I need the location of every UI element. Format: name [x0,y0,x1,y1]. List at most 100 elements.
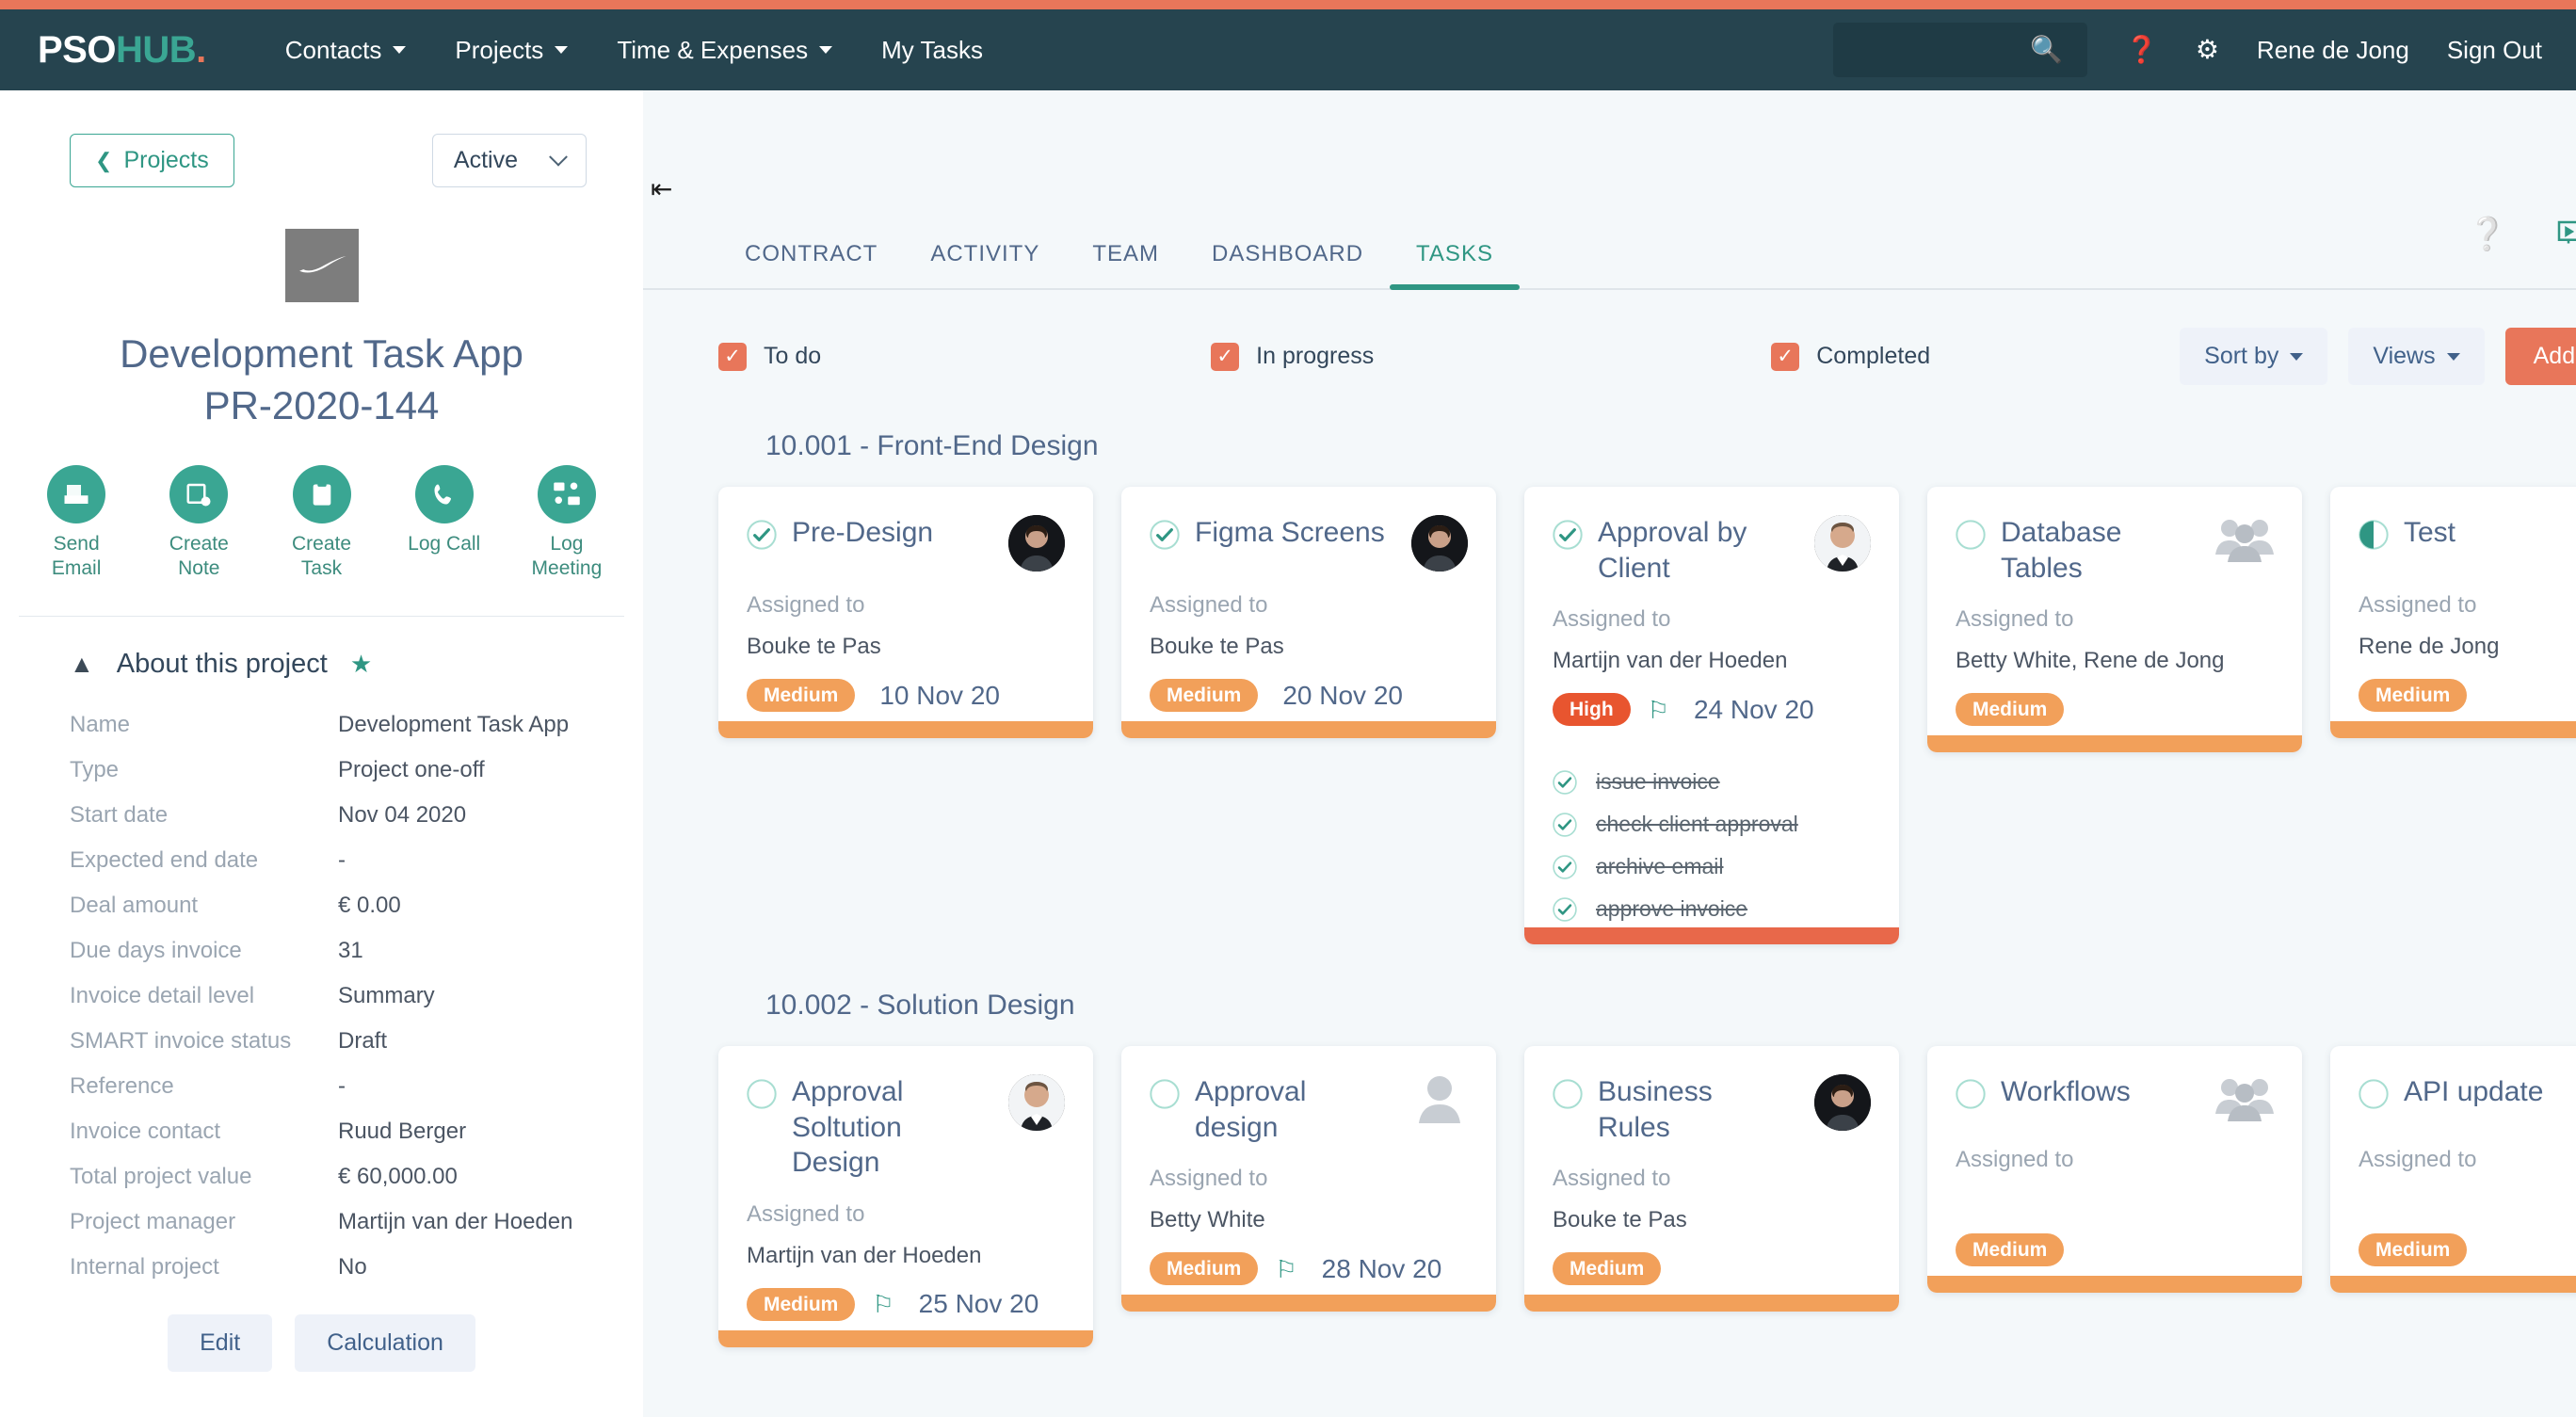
checklist-item[interactable]: issue invoice [1553,769,1871,795]
filter-in-progress[interactable]: ✓ In progress [1211,343,1374,371]
video-play-icon[interactable] [2554,217,2576,251]
checkbox-checked-icon[interactable]: ✓ [1211,343,1239,371]
checkbox-checked-icon[interactable]: ✓ [718,343,747,371]
task-card[interactable]: Business Rules Assigned to Bouke te Pas … [1524,1046,1899,1312]
checklist-item[interactable]: archive email [1553,854,1871,879]
sign-out-link[interactable]: Sign Out [2447,36,2542,65]
nike-swoosh-logo [285,229,359,302]
task-filter-bar: ✓ To do ✓ In progress ✓ Completed Sort b… [643,290,2576,385]
page-title: Development Task App PR-2020-144 [0,329,643,431]
task-card-header: Approval by Client [1553,515,1871,586]
tab-team[interactable]: TEAM [1066,241,1185,288]
nav-item-contacts[interactable]: Contacts [261,36,431,65]
sort-by-button[interactable]: Sort by [2180,328,2327,385]
detail-key: Invoice contact [70,1119,338,1145]
log-meeting-button[interactable]: Log Meeting [528,465,605,582]
card-status-bar [1524,927,1899,944]
status-open-icon[interactable] [1553,1079,1583,1114]
task-card-row: Pre-Design Assigned to Bouke te Pas Medi… [718,487,2576,944]
log-call-button[interactable]: Log Call [406,465,483,582]
task-card[interactable]: Pre-Design Assigned to Bouke te Pas Medi… [718,487,1093,738]
tab-tasks[interactable]: TASKS [1390,241,1520,288]
detail-key: Deal amount [70,893,338,919]
task-card-header: Business Rules [1553,1074,1871,1145]
task-card[interactable]: Approval Soltution Design Assigned to Ma… [718,1046,1093,1347]
nav-item-projects[interactable]: Projects [430,36,592,65]
chevron-up-icon[interactable]: ▲ [70,652,94,676]
log-call-label: Log Call [406,532,483,556]
assigned-value: Bouke te Pas [1553,1207,1871,1235]
project-name: Development Task App [38,329,605,380]
add-task-button[interactable]: Add Task [2505,328,2576,385]
filter-todo[interactable]: ✓ To do [718,343,821,371]
help-icon[interactable]: ❓ [2125,37,2158,63]
status-open-icon[interactable] [1956,1079,1986,1114]
assigned-label: Assigned to [1150,1166,1468,1192]
assigned-label: Assigned to [2359,1147,2576,1173]
status-open-icon[interactable] [747,1079,777,1114]
gear-icon[interactable]: ⚙ [2196,37,2219,63]
task-card[interactable]: API update Assigned to Medium [2330,1046,2576,1293]
star-icon[interactable]: ★ [350,650,372,679]
project-status-select[interactable]: Active [432,134,587,187]
checklist-item[interactable]: check client approval [1553,812,1871,837]
views-label: Views [2373,343,2435,370]
task-card[interactable]: Test Assigned to Rene de Jong Medium [2330,487,2576,738]
status-in-progress-icon[interactable] [2359,520,2389,555]
project-code: PR-2020-144 [38,380,605,432]
detail-value: - [338,847,346,874]
due-date: 28 Nov 20 [1322,1254,1442,1284]
assigned-label: Assigned to [747,592,1065,619]
nav-item-time-expenses[interactable]: Time & Expenses [592,36,857,65]
detail-key: Type [70,757,338,783]
status-done-icon[interactable] [1553,520,1583,555]
task-card[interactable]: Figma Screens Assigned to Bouke te Pas M… [1121,487,1496,738]
task-card[interactable]: Workflows Assigned to Medium [1927,1046,2302,1293]
checklist-item[interactable]: approve invoice [1553,896,1871,922]
chevron-down-icon [393,46,406,54]
tab-dashboard[interactable]: DASHBOARD [1185,241,1390,288]
clipboard-icon [293,465,351,523]
priority-badge: Medium [1150,679,1258,712]
status-open-icon[interactable] [2359,1079,2389,1114]
assigned-label: Assigned to [1553,606,1871,633]
detail-key: Due days invoice [70,938,338,964]
send-email-button[interactable]: Send Email [38,465,115,582]
help-circle-icon[interactable]: ❔ [2468,218,2507,250]
task-card[interactable]: Approval design Assigned to Betty White … [1121,1046,1496,1312]
calculation-button[interactable]: Calculation [295,1314,475,1372]
search-input[interactable]: 🔍 [1833,23,2087,77]
checkbox-checked-icon [1553,813,1577,837]
task-group: 10.001 - Front-End Design Pre-Design Ass… [643,430,2576,944]
create-note-button[interactable]: Create Note [160,465,237,582]
tab-activity[interactable]: ACTIVITY [904,241,1066,288]
nav-item-my-tasks[interactable]: My Tasks [857,36,1007,65]
edit-button[interactable]: Edit [168,1314,272,1372]
top-navbar: PSOHUB. Contacts Projects Time & Expense… [0,9,2576,90]
detail-key: Total project value [70,1164,338,1190]
about-section-header[interactable]: ▲ About this project ★ [0,617,643,680]
chevron-down-icon [2447,353,2460,361]
collapse-left-panel-icon[interactable]: ⇤ [651,173,672,204]
views-button[interactable]: Views [2348,328,2484,385]
detail-row: NameDevelopment Task App [70,712,573,738]
tab-contract[interactable]: CONTRACT [718,241,904,288]
status-open-icon[interactable] [1150,1079,1180,1114]
checkbox-checked-icon [1553,770,1577,795]
status-done-icon[interactable] [747,520,777,555]
psohub-logo[interactable]: PSOHUB. [38,29,206,72]
project-sidebar: ❮ Projects Active Development Task App P… [0,90,643,1417]
assigned-label: Assigned to [1956,606,2274,633]
status-open-icon[interactable] [1956,520,1986,555]
status-done-icon[interactable] [1150,520,1180,555]
checkbox-checked-icon[interactable]: ✓ [1771,343,1799,371]
create-task-button[interactable]: Create Task [282,465,360,582]
task-card[interactable]: Database Tables Assigned to Betty White,… [1927,487,2302,752]
detail-value: No [338,1254,367,1280]
back-to-projects-button[interactable]: ❮ Projects [70,134,234,187]
filter-completed[interactable]: ✓ Completed [1771,343,1930,371]
checklist-item-label: issue invoice [1596,769,1720,795]
card-status-bar [1121,1295,1496,1312]
task-card[interactable]: Approval by Client Assigned to Martijn v… [1524,487,1899,944]
user-name-link[interactable]: Rene de Jong [2257,36,2409,65]
